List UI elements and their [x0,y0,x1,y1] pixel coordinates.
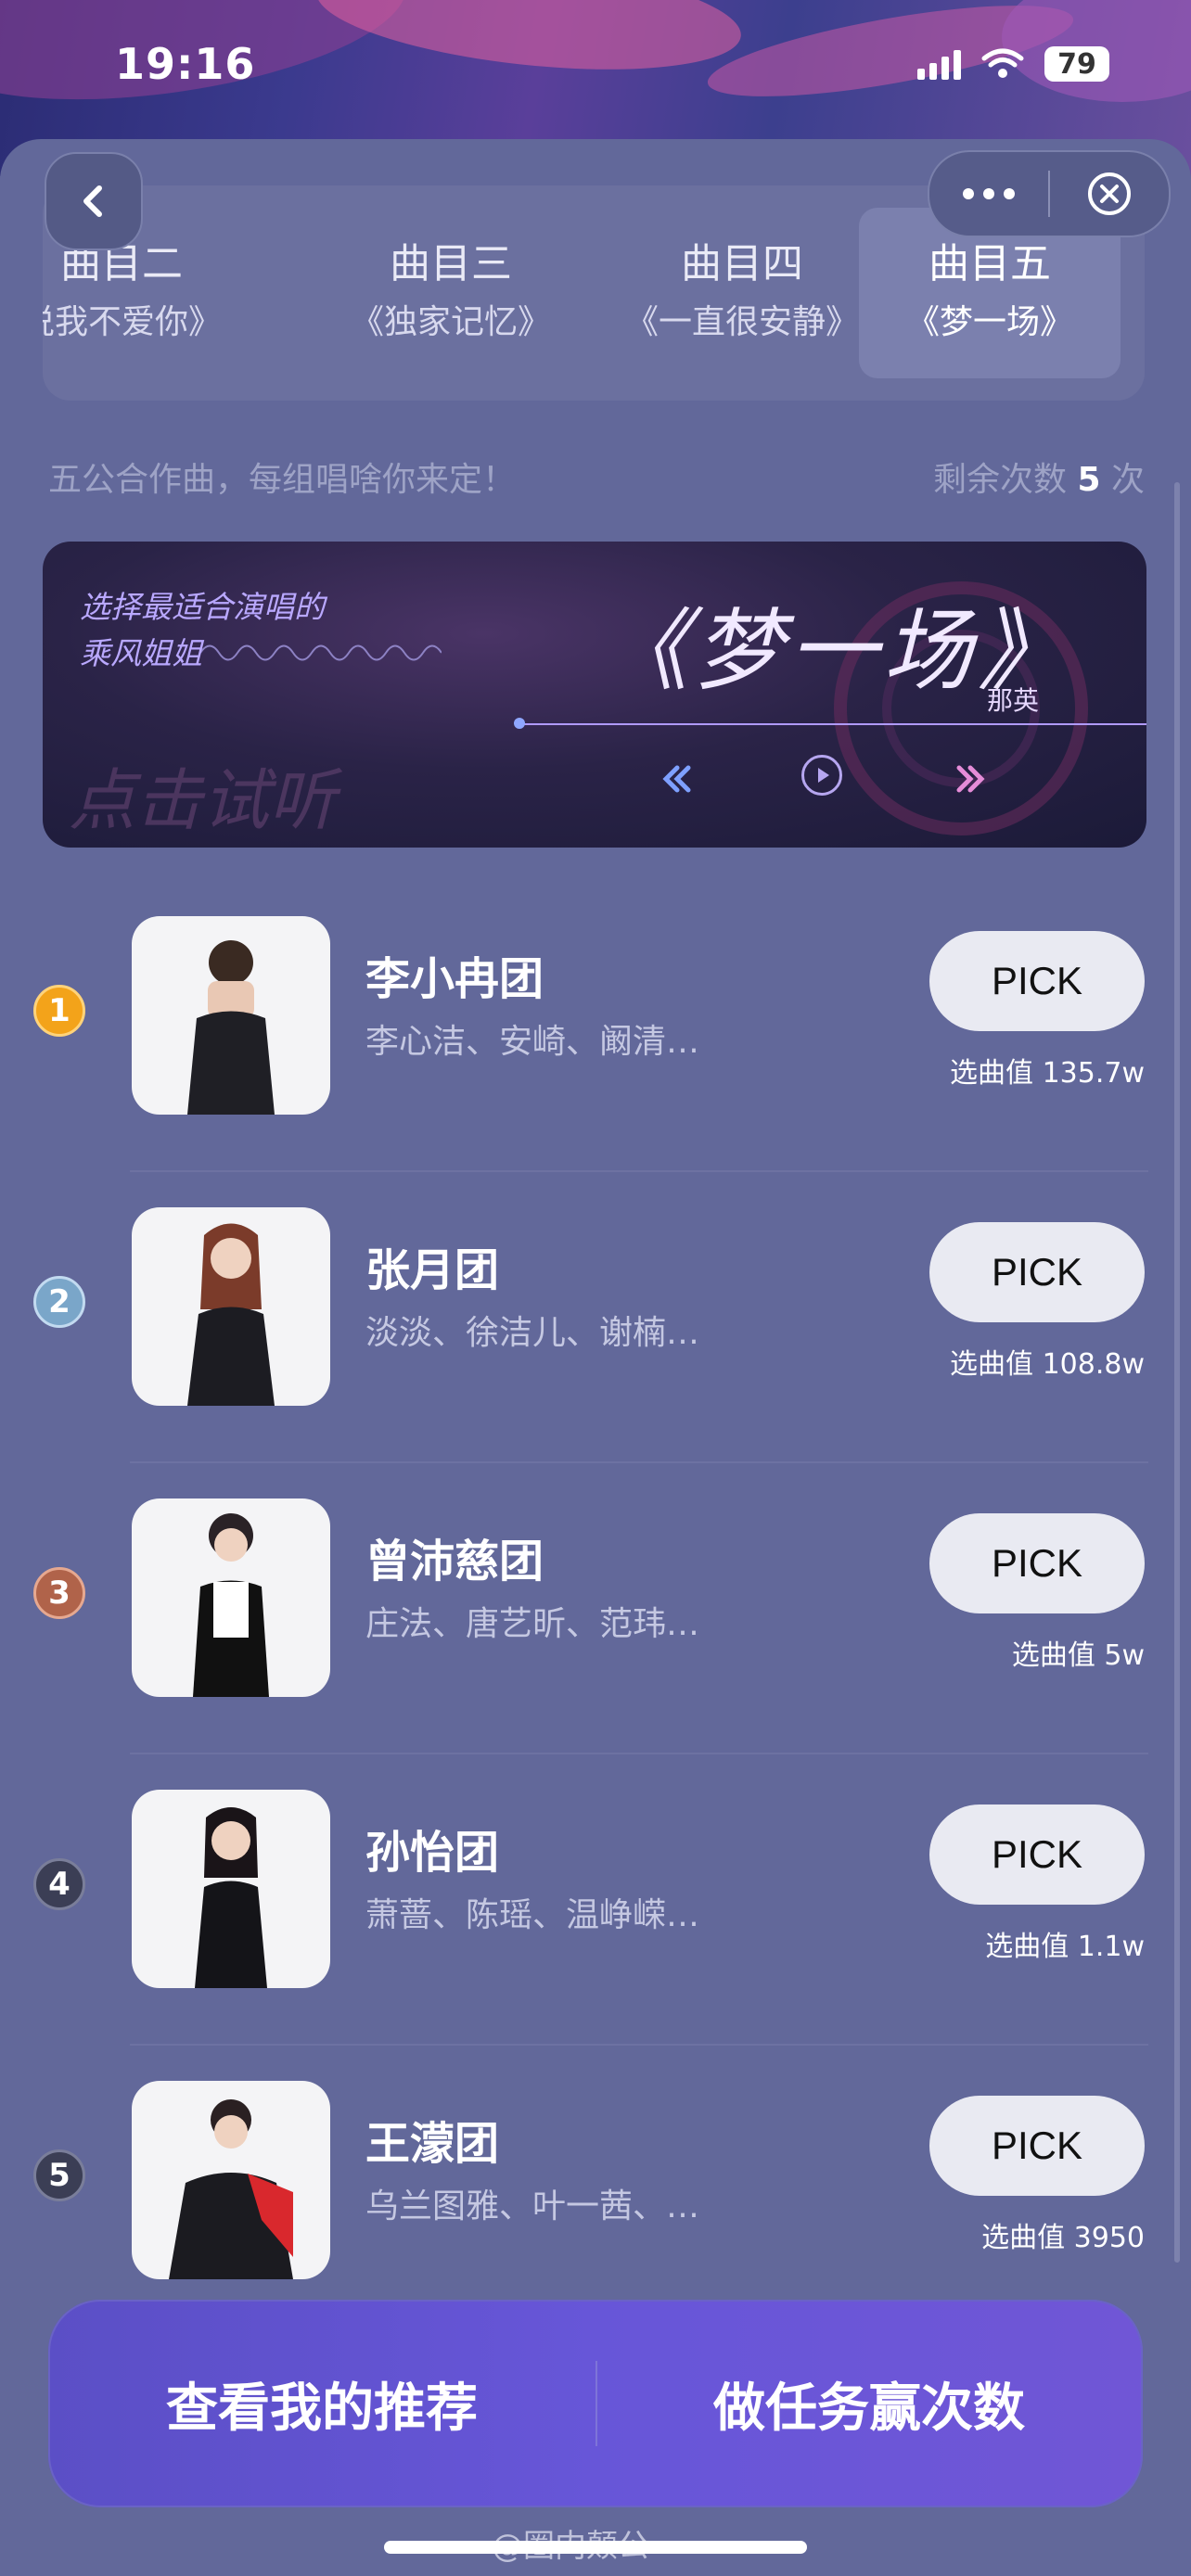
tab-song: 《一直很安静》 [624,303,859,341]
avatar [132,1498,330,1697]
avatar-image [187,1223,275,1406]
group-row: 5 王濛团 乌兰图雅、叶一茜、… PICK 选曲值 3950 [0,2046,1191,2337]
group-row: 1 李小冉团 李心洁、安崎、阚清… PICK 选曲值 135.7w [0,881,1191,1172]
tab-label: 曲目四 [681,240,803,287]
pick-score: 选曲值 3950 [981,2222,1145,2254]
previous-icon[interactable] [659,760,696,797]
remaining-prefix: 剩余次数 [933,461,1068,499]
close-button[interactable] [1050,152,1169,236]
pick-button[interactable]: PICK [929,1804,1145,1905]
tab-song: 说我不爱你》 [43,303,222,341]
avatar [132,2081,330,2279]
remaining-count: 剩余次数 5 次 [933,453,1145,501]
tab-song: 《独家记忆》 [350,303,551,341]
tab-song-4[interactable]: 曲目四 《一直很安静》 [594,185,890,401]
group-row: 4 孙怡团 萧蔷、陈瑶、温峥嵘… PICK 选曲值 1.1w [0,1754,1191,2046]
chevron-left-icon [83,185,102,217]
avatar [132,1207,330,1406]
more-button[interactable] [929,152,1048,236]
pick-score: 选曲值 1.1w [985,1931,1145,1963]
group-name: 孙怡团 [365,1827,500,1879]
player-tagline-1: 选择最适合演唱的 [80,589,325,625]
home-indicator[interactable] [384,2541,807,2554]
group-row: 3 曾沛慈团 庄法、唐艺昕、范玮… PICK 选曲值 5w [0,1463,1191,1754]
player-tagline-2: 乘风姐姐 [80,635,202,671]
progress-handle[interactable] [514,718,525,729]
rank-badge: 5 [33,2149,85,2201]
group-name: 张月团 [365,1244,500,1296]
status-indicators: 79 [917,45,1109,83]
group-members: 李心洁、安崎、阚清… [365,1023,700,1061]
avatar-image [193,1513,269,1697]
group-members: 萧蔷、陈瑶、温峥嵘… [365,1896,700,1934]
wifi-icon [981,48,1024,78]
pick-button[interactable]: PICK [929,1222,1145,1322]
avatar-image [195,1807,267,1988]
rank-badge: 4 [33,1858,85,1910]
avatar [132,1790,330,1988]
avatar [132,916,330,1115]
pick-score: 选曲值 108.8w [950,1348,1145,1381]
tab-label: 曲目三 [390,240,512,287]
bottom-action-bar: 查看我的推荐 做任务赢次数 [48,2300,1143,2507]
listen-hint: 点击试听 [69,761,337,839]
group-members: 乌兰图雅、叶一茜、… [365,2187,700,2225]
info-description: 五公合作曲，每组唱啥你来定！ [48,461,517,499]
rank-badge: 1 [33,985,85,1037]
play-button[interactable] [801,755,842,796]
scrollbar[interactable] [1174,482,1180,2263]
remaining-suffix: 次 [1110,461,1145,499]
next-icon[interactable] [952,760,989,797]
avatar-image [187,940,275,1115]
waveform-graphic [200,644,442,661]
progress-track[interactable] [519,723,1146,725]
tab-label: 曲目五 [928,240,1051,287]
back-button[interactable] [45,152,143,250]
group-name: 曾沛慈团 [365,1536,544,1588]
group-members: 淡淡、徐洁儿、谢楠… [365,1314,700,1352]
mini-program-capsule [928,150,1171,237]
pick-score: 选曲值 135.7w [950,1057,1145,1090]
tab-song: 《梦一场》 [905,303,1073,341]
pick-score: 选曲值 5w [1011,1639,1145,1672]
tab-song-3[interactable]: 曲目三 《独家记忆》 [312,185,590,401]
pick-button[interactable]: PICK [929,931,1145,1031]
cellular-signal-icon [917,48,961,80]
battery-indicator: 79 [1044,46,1109,82]
earn-chances-button[interactable]: 做任务赢次数 [596,2300,1143,2507]
pick-button[interactable]: PICK [929,1513,1145,1613]
avatar-image [169,2099,293,2279]
status-time: 19:16 [115,39,256,89]
group-name: 王濛团 [365,2118,500,2170]
song-preview-player[interactable]: 点击试听 选择最适合演唱的 乘风姐姐 《梦一场》 那英 [43,542,1146,848]
pick-button[interactable]: PICK [929,2096,1145,2196]
my-recommendations-button[interactable]: 查看我的推荐 [48,2300,596,2507]
group-row: 2 张月团 淡淡、徐洁儿、谢楠… PICK 选曲值 108.8w [0,1172,1191,1463]
remaining-number: 5 [1077,461,1101,499]
more-dots-icon [963,188,1015,199]
group-members: 庄法、唐艺昕、范玮… [365,1605,700,1643]
player-singer: 那英 [987,685,1040,716]
group-name: 李小冉团 [365,953,544,1005]
rank-badge: 3 [33,1567,85,1619]
rank-badge: 2 [33,1276,85,1328]
close-circle-icon [1088,172,1131,215]
play-icon [818,768,829,783]
